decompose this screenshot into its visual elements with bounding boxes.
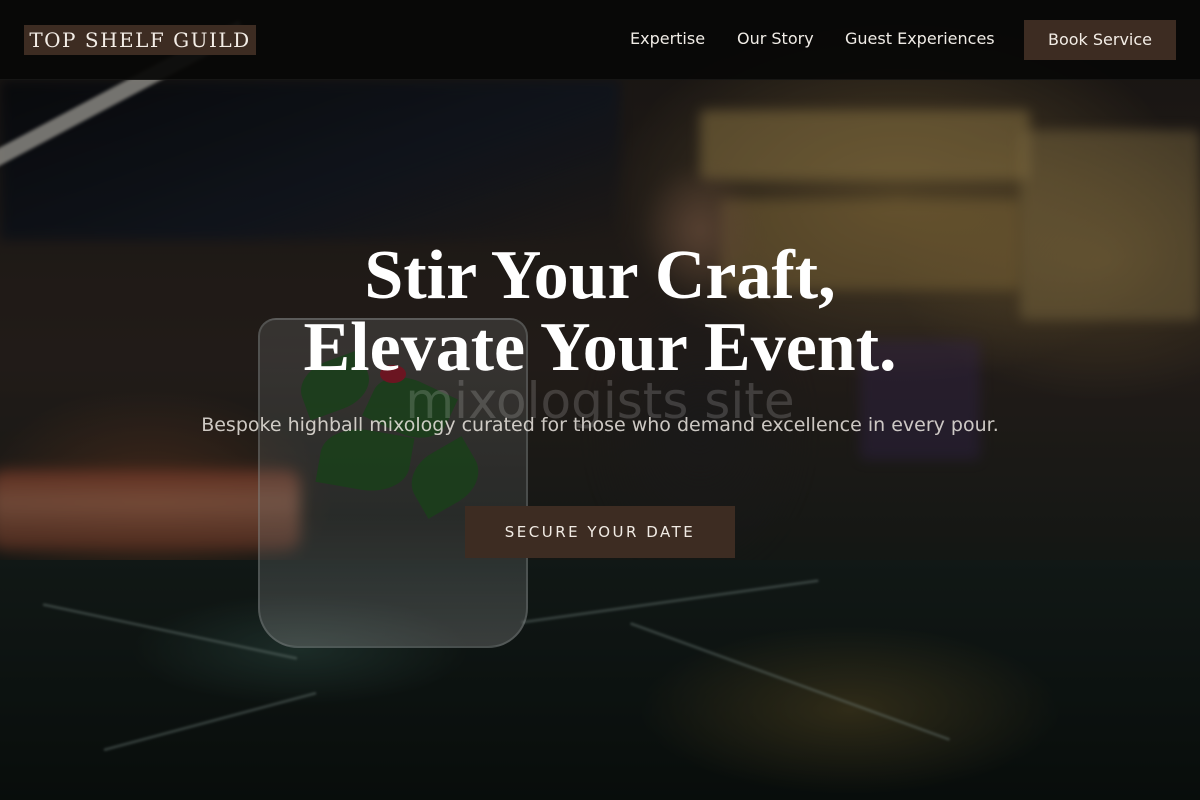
nav-link-guest-experiences[interactable]: Guest Experiences [845,29,995,48]
hero-title-line-1: Stir Your Craft, [364,237,836,314]
site-header: TOP SHELF GUILD Expertise Our Story Gues… [0,0,1200,80]
hero-subtitle: Bespoke highball mixology curated for th… [201,414,999,436]
nav-link-expertise[interactable]: Expertise [630,29,705,48]
secure-your-date-button[interactable]: SECURE YOUR DATE [465,506,735,558]
main-nav: Expertise Our Story Guest Experiences Bo… [0,0,1200,80]
hero-title: Stir Your Craft, Elevate Your Event. [0,240,1200,384]
book-service-button[interactable]: Book Service [1024,20,1176,60]
nav-link-our-story[interactable]: Our Story [737,29,814,48]
